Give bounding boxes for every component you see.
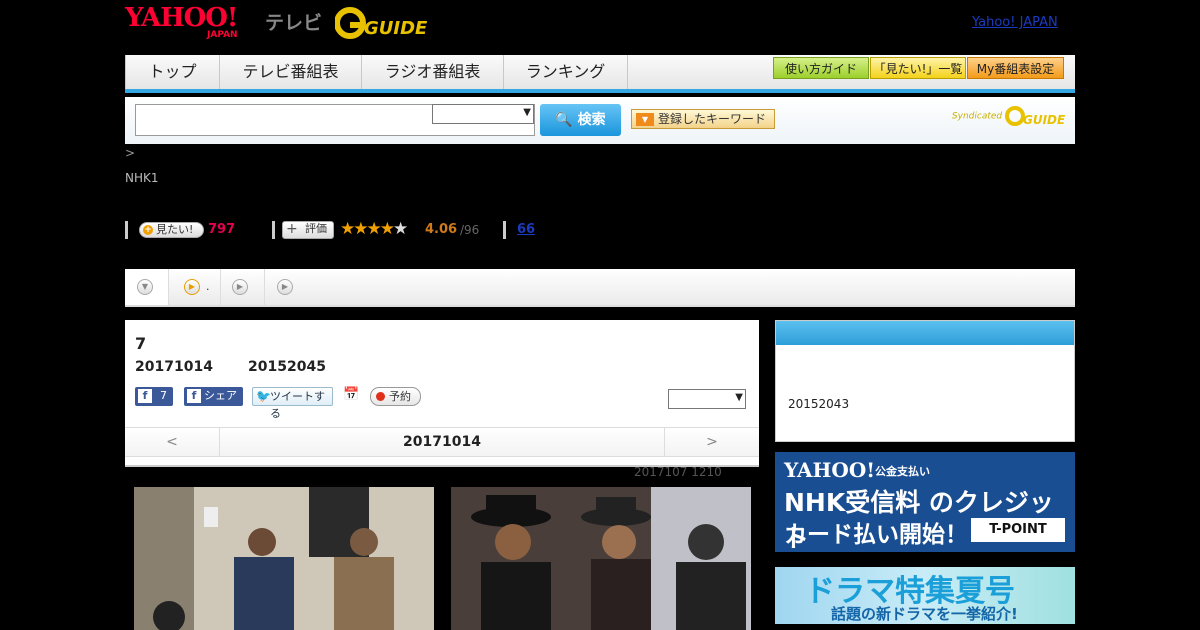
gguide-logo-icon: GUIDE	[334, 7, 428, 39]
program-tabs: ▼ ▶ . ▶ ▶	[125, 269, 1075, 307]
channel-name: NHK1	[125, 171, 159, 185]
star-icon: ★	[393, 219, 408, 239]
rating-button[interactable]: + 評価	[282, 221, 334, 239]
search-icon: 🔍	[555, 112, 573, 128]
sidebar-program-code[interactable]: 20152043	[788, 397, 849, 411]
guide-help-button[interactable]: 使い方ガイド	[773, 57, 869, 79]
star-icon: ★	[340, 219, 355, 239]
drama-feature-ad-banner[interactable]: ドラマ特集夏号 話題の新ドラマを一挙紹介!	[775, 567, 1075, 624]
sidebar-box: 20152043	[775, 320, 1075, 442]
facebook-like-button[interactable]: f 7	[135, 387, 173, 406]
plus-icon: +	[143, 225, 153, 235]
reminder-select[interactable]: ▼	[668, 389, 746, 409]
tv-label: テレビ	[265, 12, 323, 34]
scene-photo[interactable]	[451, 487, 751, 630]
tab-3[interactable]: ▶	[265, 269, 309, 305]
yahoo-tv-logo[interactable]: YAHOO! JAPAN テレビ	[125, 5, 325, 42]
star-icon: ★	[379, 219, 395, 239]
nav-top[interactable]: トップ	[125, 55, 220, 89]
nhk-credit-ad-banner[interactable]: YAHOO! 公金支払い NHK受信料 のクレジット カード払い開始！ T-PO…	[775, 452, 1075, 553]
broadcast-footnote: 2017107 1210	[634, 465, 722, 479]
facebook-count: 7	[160, 389, 167, 402]
episode-info: 7 20171014 20152045 f 7 f シェア 🐦 ツイートする 📅…	[125, 320, 759, 467]
breadcrumb[interactable]: >	[125, 146, 135, 160]
search-bar: ▼ 🔍 検索 ▼ 登録したキーワード Syndicated GUIDE	[125, 97, 1075, 144]
mitai-list-button[interactable]: 「見たい!」一覧	[870, 57, 966, 79]
facebook-icon: f	[138, 389, 152, 403]
rating-count: /96	[460, 223, 480, 237]
divider	[272, 221, 275, 239]
svg-text:GUIDE: GUIDE	[364, 18, 428, 39]
ad-yahoo-logo: YAHOO!	[784, 458, 876, 482]
tweet-button[interactable]: 🐦 ツイートする	[252, 387, 333, 420]
play-icon: ▶	[232, 279, 248, 295]
rating-value: 4.06	[425, 222, 458, 237]
tab-main[interactable]: ▼	[125, 269, 169, 305]
registered-keyword-button[interactable]: ▼ 登録したキーワード	[631, 109, 775, 129]
pager-next-button[interactable]: >	[664, 428, 759, 456]
mitai-label: 見たい!	[156, 223, 194, 236]
registered-keyword-label: 登録したキーワード	[658, 112, 767, 126]
pager-current-date: 20171014	[403, 434, 481, 450]
mitai-button[interactable]: + 見たい!	[139, 222, 204, 238]
sidebar-header	[776, 321, 1074, 345]
search-button-label: 検索	[577, 112, 606, 128]
tab-2[interactable]: ▶	[221, 269, 265, 305]
svg-text:GUIDE: GUIDE	[1023, 113, 1065, 127]
nav-ranking[interactable]: ランキング	[504, 55, 628, 89]
yahoo-japan-link[interactable]: Yahoo! JAPAN	[972, 15, 1058, 30]
add-calendar-icon[interactable]: 📅	[343, 386, 361, 405]
search-button[interactable]: 🔍 検索	[540, 104, 621, 136]
program-code: 20152045	[248, 359, 326, 375]
nav-tv-schedule[interactable]: テレビ番組表	[220, 55, 362, 89]
scene-photo-image	[134, 487, 434, 630]
tweet-label: ツイートする	[270, 390, 325, 420]
main-nav: トップ テレビ番組表 ラジオ番組表 ランキング 使い方ガイド 「見たい!」一覧 …	[125, 55, 1075, 93]
nav-radio-schedule[interactable]: ラジオ番組表	[362, 55, 504, 89]
play-icon: ▶	[277, 279, 293, 295]
facebook-share-button[interactable]: f シェア	[184, 387, 243, 406]
facebook-share-label: シェア	[204, 389, 237, 402]
rating-stars: ★★★★★	[340, 219, 408, 239]
facebook-icon: f	[187, 389, 201, 403]
divider	[503, 221, 506, 239]
dropdown-arrow-icon: ▼	[636, 113, 654, 126]
syndicated-gguide-label: Syndicated GUIDE	[952, 105, 1066, 127]
chevron-down-icon: ▼	[137, 279, 153, 295]
reserve-label: 予約	[389, 390, 411, 403]
search-category-select[interactable]: ▼	[432, 104, 534, 124]
date-pager: < 20171014 >	[125, 427, 759, 457]
review-count-link[interactable]: 66	[517, 222, 535, 237]
star-icon: ★	[353, 219, 368, 239]
my-schedule-settings-button[interactable]: My番組表設定	[967, 57, 1064, 79]
episode-title: 7	[135, 334, 147, 353]
air-date: 20171014	[135, 359, 213, 375]
scene-photo[interactable]	[134, 487, 434, 630]
ad-koukin-label: 公金支払い	[875, 465, 930, 478]
gguide-small-logo-icon: GUIDE	[1005, 106, 1066, 127]
rating-label: 評価	[305, 222, 327, 235]
gguide-logo[interactable]: GUIDE	[334, 6, 435, 40]
select-arrow-icon: ▼	[523, 107, 531, 118]
tab-1[interactable]: ▶ .	[169, 269, 221, 305]
ad2-subline: 話題の新ドラマを一挙紹介!	[831, 605, 1018, 623]
twitter-bird-icon: 🐦	[256, 389, 271, 403]
yahoo-japan-text: JAPAN	[207, 30, 238, 40]
mitai-count: 797	[208, 222, 236, 237]
select-arrow-icon: ▼	[735, 392, 743, 403]
star-icon: ★	[366, 219, 382, 239]
tpoint-logo: T-POINT	[971, 518, 1065, 542]
divider	[125, 221, 128, 239]
tab-1-label: .	[206, 280, 210, 293]
reserve-button[interactable]: 予約	[370, 387, 421, 406]
play-icon: ▶	[184, 279, 200, 295]
ad-headline-2: カード払い開始！	[784, 522, 968, 548]
pager-prev-button[interactable]: <	[125, 428, 220, 456]
plus-icon: +	[286, 221, 298, 237]
record-icon	[376, 392, 385, 401]
scene-photo-image	[451, 487, 751, 630]
